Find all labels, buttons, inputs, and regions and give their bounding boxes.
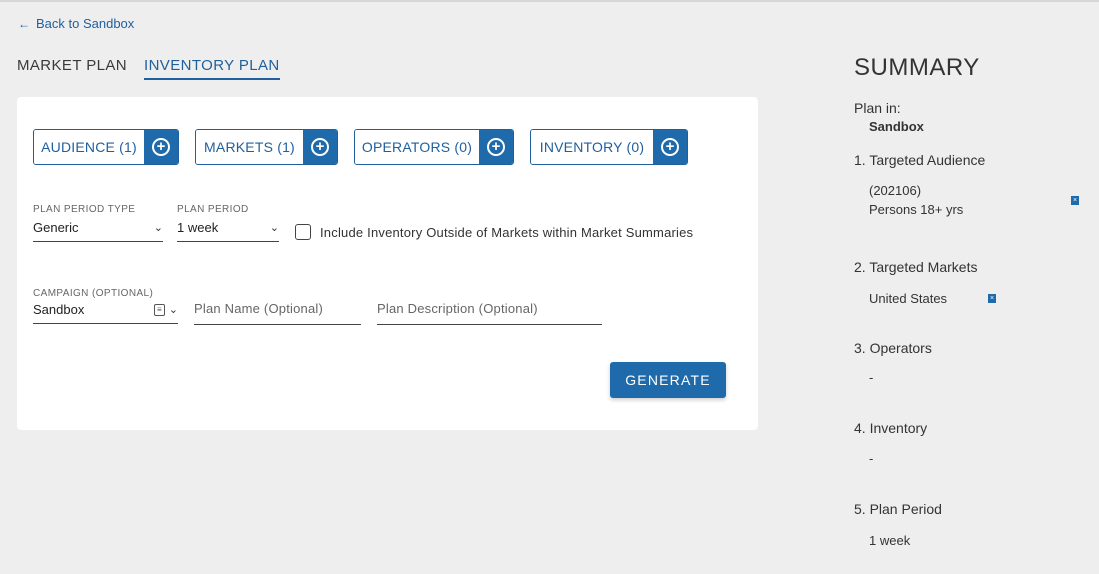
selection-chips: AUDIENCE (1) + MARKETS (1) + OPERATORS (… — [33, 129, 688, 165]
markets-heading: 2. Targeted Markets — [854, 259, 978, 275]
remove-audience-icon[interactable]: × — [1071, 196, 1079, 205]
plus-circle-icon: + — [661, 138, 679, 156]
campaign-label: CAMPAIGN (OPTIONAL) — [33, 288, 154, 299]
audience-name: Persons 18+ yrs — [869, 202, 964, 217]
audience-heading: 1. Targeted Audience — [854, 152, 986, 168]
plan-tabs: MARKET PLAN INVENTORY PLAN — [17, 57, 280, 80]
audience-chip-label[interactable]: AUDIENCE (1) — [34, 130, 144, 164]
plan-period-value: 1 week — [177, 220, 219, 235]
audience-chip[interactable]: AUDIENCE (1) + — [33, 129, 179, 165]
inventory-chip[interactable]: INVENTORY (0) + — [530, 129, 688, 165]
add-inventory-button[interactable]: + — [653, 130, 687, 164]
plan-period-select[interactable]: PLAN PERIOD 1 week ⌄ — [177, 204, 279, 242]
plus-circle-icon: + — [487, 138, 505, 156]
period-value: 1 week — [869, 533, 911, 548]
chevron-down-icon: ⌄ — [153, 222, 163, 234]
plan-in-value: Sandbox — [869, 119, 924, 134]
back-link-label: Back to Sandbox — [36, 16, 135, 31]
add-markets-button[interactable]: + — [303, 130, 337, 164]
plus-circle-icon: + — [152, 138, 170, 156]
add-operators-button[interactable]: + — [479, 130, 513, 164]
include-outside-label: Include Inventory Outside of Markets wit… — [320, 224, 694, 240]
markets-chip-label[interactable]: MARKETS (1) — [196, 130, 303, 164]
operators-chip[interactable]: OPERATORS (0) + — [354, 129, 514, 165]
campaign-value: Sandbox — [33, 302, 85, 317]
plan-in-label: Plan in: — [854, 100, 901, 116]
campaign-badge-icon[interactable]: ≡ — [153, 303, 165, 316]
add-audience-button[interactable]: + — [144, 130, 178, 164]
plan-name-input[interactable]: Plan Name (Optional) — [194, 301, 361, 325]
markets-chip[interactable]: MARKETS (1) + — [195, 129, 338, 165]
inventory-heading: 4. Inventory — [854, 420, 928, 436]
remove-market-icon[interactable]: × — [988, 294, 996, 303]
arrow-left-icon: ← — [18, 16, 30, 31]
chevron-down-icon: ⌄ — [269, 222, 279, 234]
tab-market-plan[interactable]: MARKET PLAN — [17, 57, 127, 80]
generate-button[interactable]: GENERATE — [610, 362, 726, 398]
operators-chip-label[interactable]: OPERATORS (0) — [355, 130, 479, 164]
summary-panel: SUMMARY Plan in: Sandbox 1. Targeted Aud… — [854, 54, 1094, 548]
tab-inventory-plan[interactable]: INVENTORY PLAN — [144, 57, 280, 80]
inventory-chip-label[interactable]: INVENTORY (0) — [531, 130, 653, 164]
campaign-select[interactable]: CAMPAIGN (OPTIONAL) Sandbox ≡ ⌄ — [33, 288, 178, 324]
summary-title: SUMMARY — [854, 54, 980, 81]
include-outside-checkbox[interactable] — [295, 224, 311, 240]
inventory-value: - — [869, 451, 874, 466]
period-heading: 5. Plan Period — [854, 501, 942, 517]
audience-code: (202106) — [869, 183, 922, 198]
plan-form-card: AUDIENCE (1) + MARKETS (1) + OPERATORS (… — [17, 97, 758, 430]
plan-period-type-select[interactable]: PLAN PERIOD TYPE Generic ⌄ — [33, 204, 163, 242]
plan-period-type-value: Generic — [33, 220, 79, 235]
plan-period-type-label: PLAN PERIOD TYPE — [33, 204, 136, 215]
include-outside-option[interactable]: Include Inventory Outside of Markets wit… — [295, 224, 693, 240]
operators-value: - — [869, 370, 874, 385]
markets-value: United States — [869, 291, 948, 306]
operators-heading: 3. Operators — [854, 340, 932, 356]
plan-description-input[interactable]: Plan Description (Optional) — [377, 301, 602, 325]
plus-circle-icon: + — [311, 138, 329, 156]
chevron-down-icon: ⌄ — [168, 304, 178, 316]
plan-period-label: PLAN PERIOD — [177, 204, 249, 215]
back-to-sandbox-link[interactable]: ← Back to Sandbox — [18, 16, 134, 31]
